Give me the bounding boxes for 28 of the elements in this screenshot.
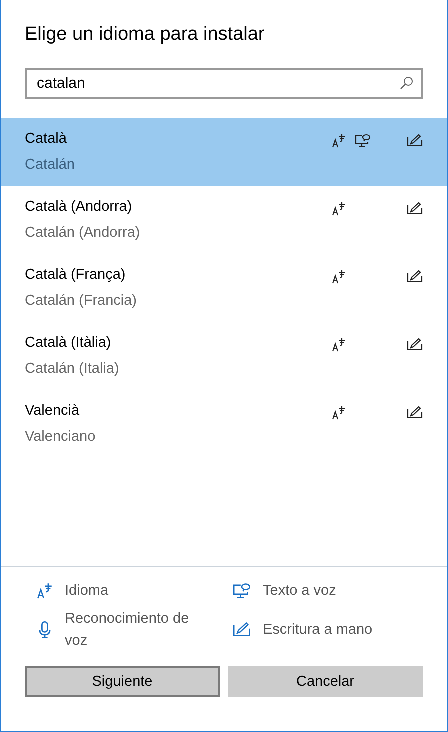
search-icon <box>400 76 414 90</box>
language-name: Català <box>25 131 68 147</box>
microphone-icon <box>37 621 53 639</box>
legend-label: Texto a voz <box>263 582 338 601</box>
legend-label: Escritura a mano <box>263 621 374 640</box>
language-name: Català (Andorra) <box>25 199 134 215</box>
pen-icon <box>233 622 251 638</box>
language-icon <box>37 583 53 599</box>
language-subtitle: Catalán (Andorra) <box>25 225 142 241</box>
language-item[interactable]: Català Catalán <box>1 118 447 186</box>
search-field[interactable]: catalan <box>25 68 423 99</box>
language-subtitle: Valenciano <box>25 429 97 445</box>
language-subtitle: Catalán (Italia) <box>25 361 120 377</box>
language-subtitle: Catalán <box>25 157 76 173</box>
cancel-button[interactable]: Cancelar <box>228 666 423 697</box>
monitor-bubble-icon <box>233 583 251 599</box>
language-name: Valencià <box>25 403 81 419</box>
language-item[interactable]: Català (Andorra) Catalán (Andorra) <box>1 186 447 254</box>
language-item[interactable]: Valencià Valenciano <box>1 390 447 458</box>
language-name: Català (França) <box>25 267 127 283</box>
legend-label: Reconocimiento de voz <box>65 610 190 651</box>
language-name: Català (Itàlia) <box>25 335 112 351</box>
next-button[interactable]: Siguiente <box>25 666 220 697</box>
language-item[interactable]: Català (França) Catalán (Francia) <box>1 254 447 322</box>
language-subtitle: Catalán (Francia) <box>25 293 138 309</box>
language-item[interactable]: Català (Itàlia) Catalán (Italia) <box>1 322 447 390</box>
legend-label: Idioma <box>65 582 110 601</box>
dialog-title: Elige un idioma para instalar <box>24 23 266 44</box>
